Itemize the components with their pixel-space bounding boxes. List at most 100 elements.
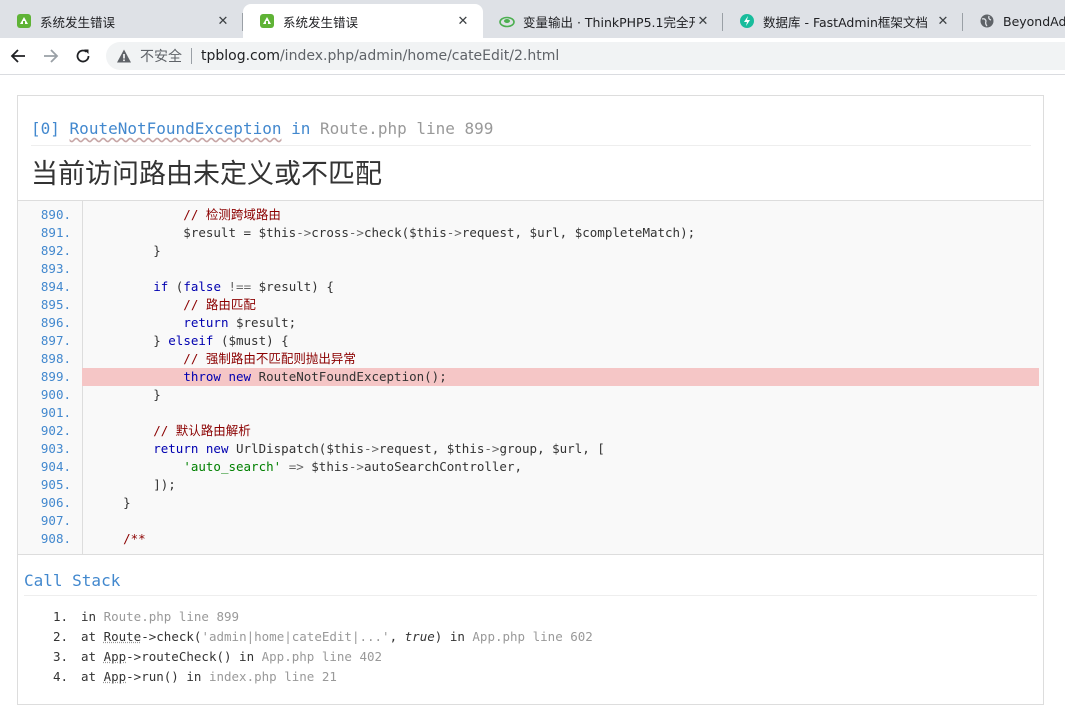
close-icon[interactable]: ✕ (695, 14, 711, 29)
warning-icon[interactable] (116, 48, 132, 64)
url-text[interactable]: tpblog.com/index.php/admin/home/cateEdit… (201, 48, 559, 64)
code-text: // 默认路由解析 (93, 423, 251, 438)
line-number: 892. (40, 243, 71, 258)
line-number: 908. (40, 531, 71, 546)
code-line: 906. } (18, 494, 1039, 512)
code-text: } (93, 495, 131, 510)
tab-title: BeyondAdmin (1003, 13, 1065, 29)
line-number: 901. (40, 405, 71, 420)
tab-beyondadmin[interactable]: BeyondAdmin (963, 4, 1065, 38)
forward-button[interactable] (37, 42, 65, 70)
code-text: if (false !== $result) { (153, 279, 334, 294)
call-stack-divider (24, 595, 1037, 596)
code-line: 896. return $result; (18, 314, 1039, 332)
code-text: ]); (93, 477, 176, 492)
code-line: 907. (18, 512, 1039, 530)
close-icon[interactable]: ✕ (215, 14, 231, 29)
code-line: 893. (18, 260, 1039, 278)
call-stack-text: at Route->check('admin|home|cateEdit|...… (81, 629, 593, 644)
tab-strip: 系统发生错误 ✕ 系统发生错误 ✕ 变量输出 · ThinkPHP5.1完全开发… (0, 0, 1065, 38)
code-line: 908. /** (18, 530, 1039, 548)
close-icon[interactable]: ✕ (935, 14, 951, 29)
code-text: } (93, 387, 161, 402)
tab-error-1[interactable]: 系统发生错误 ✕ (0, 4, 243, 38)
line-number: 902. (40, 423, 71, 438)
line-number: 893. (40, 261, 71, 276)
source-code-block: 890. // 检测跨域路由 891. $result = $this->cros… (18, 200, 1043, 555)
line-number: 895. (40, 297, 71, 312)
code-line: 894. if (false !== $result) { (18, 278, 1039, 296)
code-text: return $result; (183, 315, 297, 330)
line-number: 905. (40, 477, 71, 492)
call-class: Route (103, 629, 142, 644)
code-text: // 检测跨域路由 (93, 207, 281, 222)
code-line: 897. } elseif ($must) { (18, 332, 1039, 350)
reload-button[interactable] (69, 42, 97, 70)
call-stack-number: 2. (52, 629, 68, 644)
back-arrow-icon (10, 49, 25, 63)
url-host: tpblog.com (201, 48, 280, 64)
tab-title: 系统发生错误 (40, 14, 116, 30)
line-number: 899. (40, 369, 71, 384)
tab-kancloud[interactable]: 变量输出 · ThinkPHP5.1完全开发手册 ✕ (483, 4, 723, 38)
code-line-error: 899. throw new RouteNotFoundException(); (18, 368, 1039, 386)
code-text: return new UrlDispatch($this->request, $… (153, 441, 605, 456)
tab-title: 数据库 - FastAdmin框架文档 (763, 14, 928, 30)
code-line: 903. return new UrlDispatch($this->reque… (18, 440, 1039, 458)
tab-title: 系统发生错误 (283, 14, 359, 30)
browser-toolbar: 不安全 tpblog.com/index.php/admin/home/cate… (0, 38, 1065, 75)
security-label[interactable]: 不安全 (140, 46, 182, 66)
kancloud-icon (499, 13, 515, 29)
header-divider (31, 145, 1031, 146)
code-line: 890. // 检测跨域路由 (18, 206, 1039, 224)
code-text: // 路由匹配 (93, 297, 256, 312)
back-button[interactable] (4, 42, 32, 70)
code-line: 902. // 默认路由解析 (18, 422, 1039, 440)
line-number: 906. (40, 495, 71, 510)
globe-icon (979, 13, 995, 29)
call-stack-text: at App->routeCheck() in App.php line 402 (81, 649, 383, 664)
url-path: /index.php/admin/home/cateEdit/2.html (279, 48, 560, 64)
code-line: 895. // 路由匹配 (18, 296, 1039, 314)
code-line: 904. 'auto_search' => $this->autoSearchC… (18, 458, 1039, 476)
exception-class: RouteNotFoundException (69, 119, 282, 138)
exception-index: [0] (31, 119, 60, 138)
exception-header: [0] RouteNotFoundException in Route.php … (31, 119, 493, 138)
code-line: 900. } (18, 386, 1039, 404)
exception-in-label: in (291, 119, 311, 138)
call-stack-text: in Route.php line 899 (81, 609, 240, 624)
forward-arrow-icon (44, 49, 59, 63)
code-text: } elseif ($must) { (93, 333, 289, 348)
call-stack-number: 4. (52, 669, 68, 684)
code-text: // 强制路由不匹配则抛出异常 (93, 351, 356, 366)
thinkphp-icon (259, 13, 275, 29)
omnibox-divider (191, 48, 192, 64)
call-stack-text: at App->run() in index.php line 21 (81, 669, 337, 684)
code-line: 898. // 强制路由不匹配则抛出异常 (18, 350, 1039, 368)
line-number: 904. (40, 459, 71, 474)
line-number: 894. (40, 279, 71, 294)
line-number: 907. (40, 513, 71, 528)
line-number: 897. (40, 333, 71, 348)
reload-icon (76, 49, 90, 63)
call-class: App (103, 649, 127, 664)
code-text: } (93, 243, 161, 258)
close-icon[interactable]: ✕ (455, 14, 471, 29)
code-line: 905. ]); (18, 476, 1039, 494)
line-number: 890. (40, 207, 71, 222)
call-stack-title: Call Stack (24, 571, 121, 590)
exception-location: Route.php line 899 (320, 119, 494, 138)
tab-fastadmin[interactable]: 数据库 - FastAdmin框架文档 ✕ (723, 4, 963, 38)
code-line: 891. $result = $this->cross->check($this… (18, 224, 1039, 242)
tab-title: 变量输出 · ThinkPHP5.1完全开发手册 (523, 14, 695, 30)
code-text: /** (93, 531, 146, 546)
exception-message: 当前访问路由未定义或不匹配 (31, 159, 382, 190)
call-class: App (103, 669, 127, 684)
fastadmin-icon (739, 13, 755, 29)
address-bar[interactable]: 不安全 tpblog.com/index.php/admin/home/cate… (106, 42, 1065, 70)
line-number: 896. (40, 315, 71, 330)
line-number: 900. (40, 387, 71, 402)
code-text: 'auto_search' => $this->autoSearchContro… (183, 459, 523, 474)
tab-error-2[interactable]: 系统发生错误 ✕ (243, 4, 483, 38)
line-number: 903. (40, 441, 71, 456)
